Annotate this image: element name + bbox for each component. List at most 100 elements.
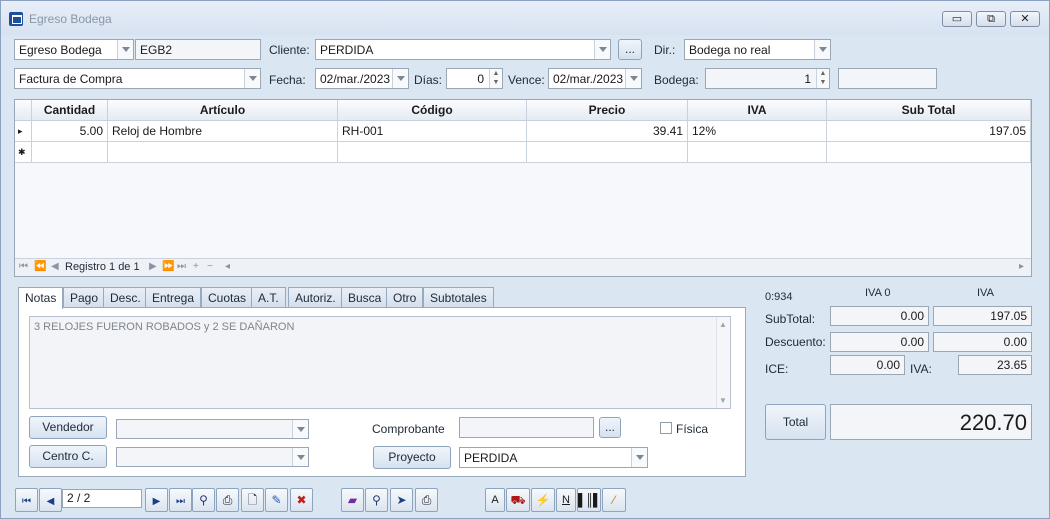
font-a-button[interactable]: A — [485, 488, 505, 512]
bodega-stepper[interactable]: 1 ▲ ▼ — [705, 68, 830, 89]
column-header[interactable]: Código — [338, 100, 527, 121]
dir-select[interactable]: Bodega no real — [684, 39, 831, 60]
last-page-button[interactable]: ⏭ — [169, 488, 192, 512]
new-row-cell[interactable] — [527, 142, 688, 163]
next-page-button[interactable]: ▶ — [145, 488, 168, 512]
chart-button[interactable]: ▰ — [341, 488, 364, 512]
pointer-button[interactable]: ➤ — [390, 488, 413, 512]
total-button[interactable]: Total — [765, 404, 826, 440]
proyecto-button[interactable]: Proyecto — [373, 446, 451, 469]
new-document-button[interactable]: 🗋 — [241, 488, 264, 512]
centro-costo-button[interactable]: Centro C. — [29, 445, 107, 468]
new-row-cell[interactable] — [108, 142, 338, 163]
cell-precio[interactable]: 39.41 — [527, 121, 688, 142]
restore-button[interactable]: ⧉ — [976, 11, 1006, 27]
chevron-down-icon[interactable] — [814, 40, 830, 59]
delete-record-icon[interactable]: − — [207, 261, 213, 272]
prev-record-icon[interactable]: ◀ — [51, 261, 59, 272]
chevron-down-icon[interactable] — [292, 448, 308, 466]
add-record-icon[interactable]: + — [193, 261, 199, 272]
column-header[interactable]: Sub Total — [827, 100, 1031, 121]
stepper-icon[interactable]: ▲ ▼ — [816, 69, 829, 88]
column-header[interactable]: IVA — [688, 100, 827, 121]
new-row-cell[interactable] — [338, 142, 527, 163]
vence-field[interactable]: 02/mar./2023 — [548, 68, 642, 89]
new-row-cell[interactable] — [827, 142, 1031, 163]
find-button[interactable]: ⚲ — [365, 488, 388, 512]
centro-costo-select[interactable] — [116, 447, 309, 467]
first-page-button[interactable]: ⏮ — [15, 488, 38, 512]
scroll-left-icon[interactable]: ◂ — [225, 261, 230, 272]
delete-button[interactable]: ✖ — [290, 488, 313, 512]
prev-page-button[interactable]: ◀ — [39, 488, 62, 512]
magic-wand-button[interactable]: ⁄ — [602, 488, 626, 512]
print-preview-button[interactable]: ⎙ — [415, 488, 438, 512]
cliente-select[interactable]: PERDIDA — [315, 39, 611, 60]
page-indicator[interactable]: 2 / 2 — [62, 489, 142, 508]
search-button[interactable]: ⚲ — [192, 488, 215, 512]
new-row-cell[interactable] — [688, 142, 827, 163]
vendedor-select[interactable] — [116, 419, 309, 439]
vendedor-button[interactable]: Vendedor — [29, 416, 107, 439]
edit-button[interactable]: ✎ — [265, 488, 288, 512]
vehicle-button[interactable]: ⛟ — [506, 488, 530, 512]
print-button[interactable]: ⎙ — [216, 488, 239, 512]
fisica-checkbox[interactable] — [660, 422, 672, 434]
dias-stepper[interactable]: 0 ▲ ▼ — [446, 68, 503, 89]
scroll-up-icon[interactable]: ▲ — [719, 320, 727, 329]
close-button[interactable]: ✕ — [1010, 11, 1040, 27]
tab-pago[interactable]: Pago — [63, 287, 106, 308]
tab-otro[interactable]: Otro — [386, 287, 424, 308]
column-header[interactable]: Cantidad — [32, 100, 108, 121]
chevron-down-icon[interactable] — [117, 40, 133, 59]
scroll-down-icon[interactable]: ▼ — [719, 396, 727, 405]
proyecto-select[interactable]: PERDIDA — [459, 447, 648, 468]
tab-notas[interactable]: Notas — [18, 287, 64, 309]
cell-subtotal[interactable]: 197.05 — [827, 121, 1031, 142]
comprobante-field[interactable] — [459, 417, 594, 438]
chevron-down-icon[interactable] — [631, 448, 647, 467]
chevron-down-icon[interactable] — [594, 40, 610, 59]
prev-page-icon[interactable]: ⏪ — [34, 261, 46, 272]
new-row-marker[interactable]: ✱ — [15, 142, 32, 163]
last-record-icon[interactable]: ⏭ — [177, 261, 186, 272]
comprobante-browse-button[interactable]: ... — [599, 417, 621, 438]
next-record-icon[interactable]: ▶ — [149, 261, 157, 272]
minimize-button[interactable]: ▭ — [942, 11, 972, 27]
stepper-icon[interactable]: ▲ ▼ — [489, 69, 502, 88]
n-button[interactable]: N — [556, 488, 576, 512]
doc-kind-select[interactable]: Factura de Compra — [14, 68, 261, 89]
scroll-right-icon[interactable]: ▸ — [1019, 261, 1024, 272]
tab-autoriz[interactable]: Autoriz. — [288, 287, 343, 308]
column-header[interactable]: Precio — [527, 100, 688, 121]
bodega-extra-field[interactable] — [838, 68, 937, 89]
tab-subtotales[interactable]: Subtotales — [423, 287, 494, 308]
tab-desc[interactable]: Desc. — [103, 287, 148, 308]
bodega-label: Bodega: — [654, 73, 699, 87]
first-record-icon[interactable]: ⏮ — [19, 261, 28, 272]
notes-textarea[interactable]: 3 RELOJES FUERON ROBADOS y 2 SE DAÑARON … — [29, 316, 731, 409]
tab-busca[interactable]: Busca — [341, 287, 389, 308]
calendar-dropdown-icon[interactable] — [392, 69, 408, 88]
cell-articulo[interactable]: Reloj de Hombre — [108, 121, 338, 142]
cell-codigo[interactable]: RH-001 — [338, 121, 527, 142]
cell-iva[interactable]: 12% — [688, 121, 827, 142]
cliente-browse-button[interactable]: ... — [618, 39, 642, 60]
lightning-button[interactable]: ⚡ — [531, 488, 555, 512]
row-current-marker[interactable]: ▸ — [15, 121, 32, 142]
doc-type-select[interactable]: Egreso Bodega — [14, 39, 134, 60]
column-header[interactable]: Artículo — [108, 100, 338, 121]
calendar-dropdown-icon[interactable] — [625, 69, 641, 88]
notes-scrollbar[interactable]: ▲ ▼ — [716, 317, 730, 408]
tab-at[interactable]: A.T. — [251, 287, 286, 308]
new-row-cell[interactable] — [32, 142, 108, 163]
chevron-down-icon[interactable] — [292, 420, 308, 438]
chevron-down-icon[interactable] — [244, 69, 260, 88]
fecha-field[interactable]: 02/mar./2023 — [315, 68, 409, 89]
barcode-button[interactable]: ▌║▌ — [577, 488, 601, 512]
next-page-icon[interactable]: ⏩ — [162, 261, 174, 272]
cell-cantidad[interactable]: 5.00 — [32, 121, 108, 142]
doc-code-field[interactable]: EGB2 — [135, 39, 261, 60]
tab-entrega[interactable]: Entrega — [145, 287, 202, 308]
tab-cuotas[interactable]: Cuotas — [201, 287, 254, 308]
